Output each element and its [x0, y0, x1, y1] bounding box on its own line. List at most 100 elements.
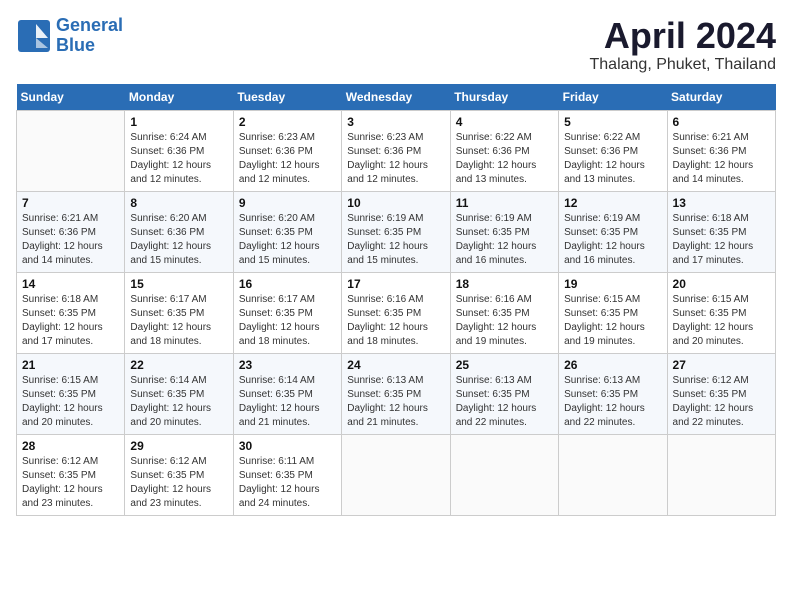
- day-info: Sunrise: 6:14 AM Sunset: 6:35 PM Dayligh…: [239, 374, 336, 430]
- calendar-cell: 11 Sunrise: 6:19 AM Sunset: 6:35 PM Dayli…: [450, 191, 558, 272]
- day-info: Sunrise: 6:17 AM Sunset: 6:35 PM Dayligh…: [130, 293, 227, 349]
- day-info: Sunrise: 6:21 AM Sunset: 6:36 PM Dayligh…: [22, 212, 119, 268]
- day-number: 30: [239, 439, 336, 453]
- weekday-header: Monday: [125, 84, 233, 111]
- day-info: Sunrise: 6:13 AM Sunset: 6:35 PM Dayligh…: [564, 374, 661, 430]
- calendar-cell: 29 Sunrise: 6:12 AM Sunset: 6:35 PM Dayli…: [125, 434, 233, 515]
- calendar-cell: 12 Sunrise: 6:19 AM Sunset: 6:35 PM Dayli…: [559, 191, 667, 272]
- weekday-header: Sunday: [17, 84, 125, 111]
- calendar-cell: 17 Sunrise: 6:16 AM Sunset: 6:35 PM Dayli…: [342, 272, 450, 353]
- calendar-cell: [342, 434, 450, 515]
- day-number: 20: [673, 277, 770, 291]
- calendar-cell: [17, 110, 125, 191]
- day-number: 16: [239, 277, 336, 291]
- day-info: Sunrise: 6:13 AM Sunset: 6:35 PM Dayligh…: [456, 374, 553, 430]
- day-info: Sunrise: 6:20 AM Sunset: 6:36 PM Dayligh…: [130, 212, 227, 268]
- calendar-cell: [559, 434, 667, 515]
- day-info: Sunrise: 6:23 AM Sunset: 6:36 PM Dayligh…: [347, 131, 444, 187]
- day-number: 15: [130, 277, 227, 291]
- day-number: 24: [347, 358, 444, 372]
- day-number: 12: [564, 196, 661, 210]
- day-info: Sunrise: 6:23 AM Sunset: 6:36 PM Dayligh…: [239, 131, 336, 187]
- calendar-cell: 24 Sunrise: 6:13 AM Sunset: 6:35 PM Dayli…: [342, 353, 450, 434]
- day-info: Sunrise: 6:15 AM Sunset: 6:35 PM Dayligh…: [564, 293, 661, 349]
- calendar-cell: 2 Sunrise: 6:23 AM Sunset: 6:36 PM Daylig…: [233, 110, 341, 191]
- day-info: Sunrise: 6:20 AM Sunset: 6:35 PM Dayligh…: [239, 212, 336, 268]
- day-info: Sunrise: 6:12 AM Sunset: 6:35 PM Dayligh…: [673, 374, 770, 430]
- day-info: Sunrise: 6:18 AM Sunset: 6:35 PM Dayligh…: [673, 212, 770, 268]
- location: Thalang, Phuket, Thailand: [590, 56, 777, 74]
- day-number: 13: [673, 196, 770, 210]
- day-info: Sunrise: 6:21 AM Sunset: 6:36 PM Dayligh…: [673, 131, 770, 187]
- day-number: 9: [239, 196, 336, 210]
- day-number: 8: [130, 196, 227, 210]
- calendar-cell: 7 Sunrise: 6:21 AM Sunset: 6:36 PM Daylig…: [17, 191, 125, 272]
- calendar-cell: 4Sunrise: 6:22 AM Sunset: 6:36 PM Daylig…: [450, 110, 558, 191]
- day-info: Sunrise: 6:19 AM Sunset: 6:35 PM Dayligh…: [564, 212, 661, 268]
- calendar-cell: 26 Sunrise: 6:13 AM Sunset: 6:35 PM Dayli…: [559, 353, 667, 434]
- calendar-cell: 18 Sunrise: 6:16 AM Sunset: 6:35 PM Dayli…: [450, 272, 558, 353]
- calendar-cell: 19Sunrise: 6:15 AM Sunset: 6:35 PM Dayli…: [559, 272, 667, 353]
- logo-icon: [16, 18, 52, 54]
- day-info: Sunrise: 6:16 AM Sunset: 6:35 PM Dayligh…: [456, 293, 553, 349]
- calendar-cell: 28 Sunrise: 6:12 AM Sunset: 6:35 PM Dayli…: [17, 434, 125, 515]
- day-number: 3: [347, 115, 444, 129]
- calendar-cell: 3 Sunrise: 6:23 AM Sunset: 6:36 PM Daylig…: [342, 110, 450, 191]
- day-number: 14: [22, 277, 119, 291]
- weekday-header: Wednesday: [342, 84, 450, 111]
- calendar-cell: 20 Sunrise: 6:15 AM Sunset: 6:35 PM Dayli…: [667, 272, 775, 353]
- day-number: 1: [130, 115, 227, 129]
- day-number: 11: [456, 196, 553, 210]
- day-info: Sunrise: 6:17 AM Sunset: 6:35 PM Dayligh…: [239, 293, 336, 349]
- day-info: Sunrise: 6:12 AM Sunset: 6:35 PM Dayligh…: [130, 455, 227, 511]
- day-info: Sunrise: 6:12 AM Sunset: 6:35 PM Dayligh…: [22, 455, 119, 511]
- calendar-cell: 10Sunrise: 6:19 AM Sunset: 6:35 PM Dayli…: [342, 191, 450, 272]
- calendar-cell: 5 Sunrise: 6:22 AM Sunset: 6:36 PM Daylig…: [559, 110, 667, 191]
- calendar-cell: 27 Sunrise: 6:12 AM Sunset: 6:35 PM Dayli…: [667, 353, 775, 434]
- calendar-cell: 25 Sunrise: 6:13 AM Sunset: 6:35 PM Dayli…: [450, 353, 558, 434]
- day-number: 21: [22, 358, 119, 372]
- month-title: April 2024: [590, 16, 777, 56]
- calendar-table: SundayMondayTuesdayWednesdayThursdayFrid…: [16, 84, 776, 516]
- calendar-cell: 15 Sunrise: 6:17 AM Sunset: 6:35 PM Dayli…: [125, 272, 233, 353]
- day-number: 7: [22, 196, 119, 210]
- weekday-header: Friday: [559, 84, 667, 111]
- calendar-cell: 9 Sunrise: 6:20 AM Sunset: 6:35 PM Daylig…: [233, 191, 341, 272]
- day-number: 17: [347, 277, 444, 291]
- day-number: 29: [130, 439, 227, 453]
- day-info: Sunrise: 6:22 AM Sunset: 6:36 PM Dayligh…: [456, 131, 553, 187]
- day-number: 18: [456, 277, 553, 291]
- page-header: General Blue April 2024 Thalang, Phuket,…: [16, 16, 776, 74]
- day-info: Sunrise: 6:14 AM Sunset: 6:35 PM Dayligh…: [130, 374, 227, 430]
- calendar-cell: [450, 434, 558, 515]
- day-number: 2: [239, 115, 336, 129]
- calendar-cell: 13 Sunrise: 6:18 AM Sunset: 6:35 PM Dayli…: [667, 191, 775, 272]
- day-number: 27: [673, 358, 770, 372]
- day-info: Sunrise: 6:22 AM Sunset: 6:36 PM Dayligh…: [564, 131, 661, 187]
- calendar-cell: 16 Sunrise: 6:17 AM Sunset: 6:35 PM Dayli…: [233, 272, 341, 353]
- logo-text: General Blue: [56, 16, 123, 56]
- day-info: Sunrise: 6:18 AM Sunset: 6:35 PM Dayligh…: [22, 293, 119, 349]
- day-number: 28: [22, 439, 119, 453]
- day-number: 5: [564, 115, 661, 129]
- calendar-cell: 30Sunrise: 6:11 AM Sunset: 6:35 PM Dayli…: [233, 434, 341, 515]
- day-number: 22: [130, 358, 227, 372]
- day-number: 6: [673, 115, 770, 129]
- title-block: April 2024 Thalang, Phuket, Thailand: [590, 16, 777, 74]
- day-info: Sunrise: 6:16 AM Sunset: 6:35 PM Dayligh…: [347, 293, 444, 349]
- day-number: 26: [564, 358, 661, 372]
- calendar-cell: 23 Sunrise: 6:14 AM Sunset: 6:35 PM Dayli…: [233, 353, 341, 434]
- weekday-header: Tuesday: [233, 84, 341, 111]
- day-number: 25: [456, 358, 553, 372]
- weekday-header: Thursday: [450, 84, 558, 111]
- day-info: Sunrise: 6:19 AM Sunset: 6:35 PM Dayligh…: [456, 212, 553, 268]
- day-info: Sunrise: 6:13 AM Sunset: 6:35 PM Dayligh…: [347, 374, 444, 430]
- logo: General Blue: [16, 16, 123, 56]
- day-info: Sunrise: 6:19 AM Sunset: 6:35 PM Dayligh…: [347, 212, 444, 268]
- calendar-cell: 1 Sunrise: 6:24 AM Sunset: 6:36 PM Daylig…: [125, 110, 233, 191]
- day-info: Sunrise: 6:15 AM Sunset: 6:35 PM Dayligh…: [673, 293, 770, 349]
- day-number: 23: [239, 358, 336, 372]
- day-info: Sunrise: 6:24 AM Sunset: 6:36 PM Dayligh…: [130, 131, 227, 187]
- day-info: Sunrise: 6:15 AM Sunset: 6:35 PM Dayligh…: [22, 374, 119, 430]
- calendar-cell: 8 Sunrise: 6:20 AM Sunset: 6:36 PM Daylig…: [125, 191, 233, 272]
